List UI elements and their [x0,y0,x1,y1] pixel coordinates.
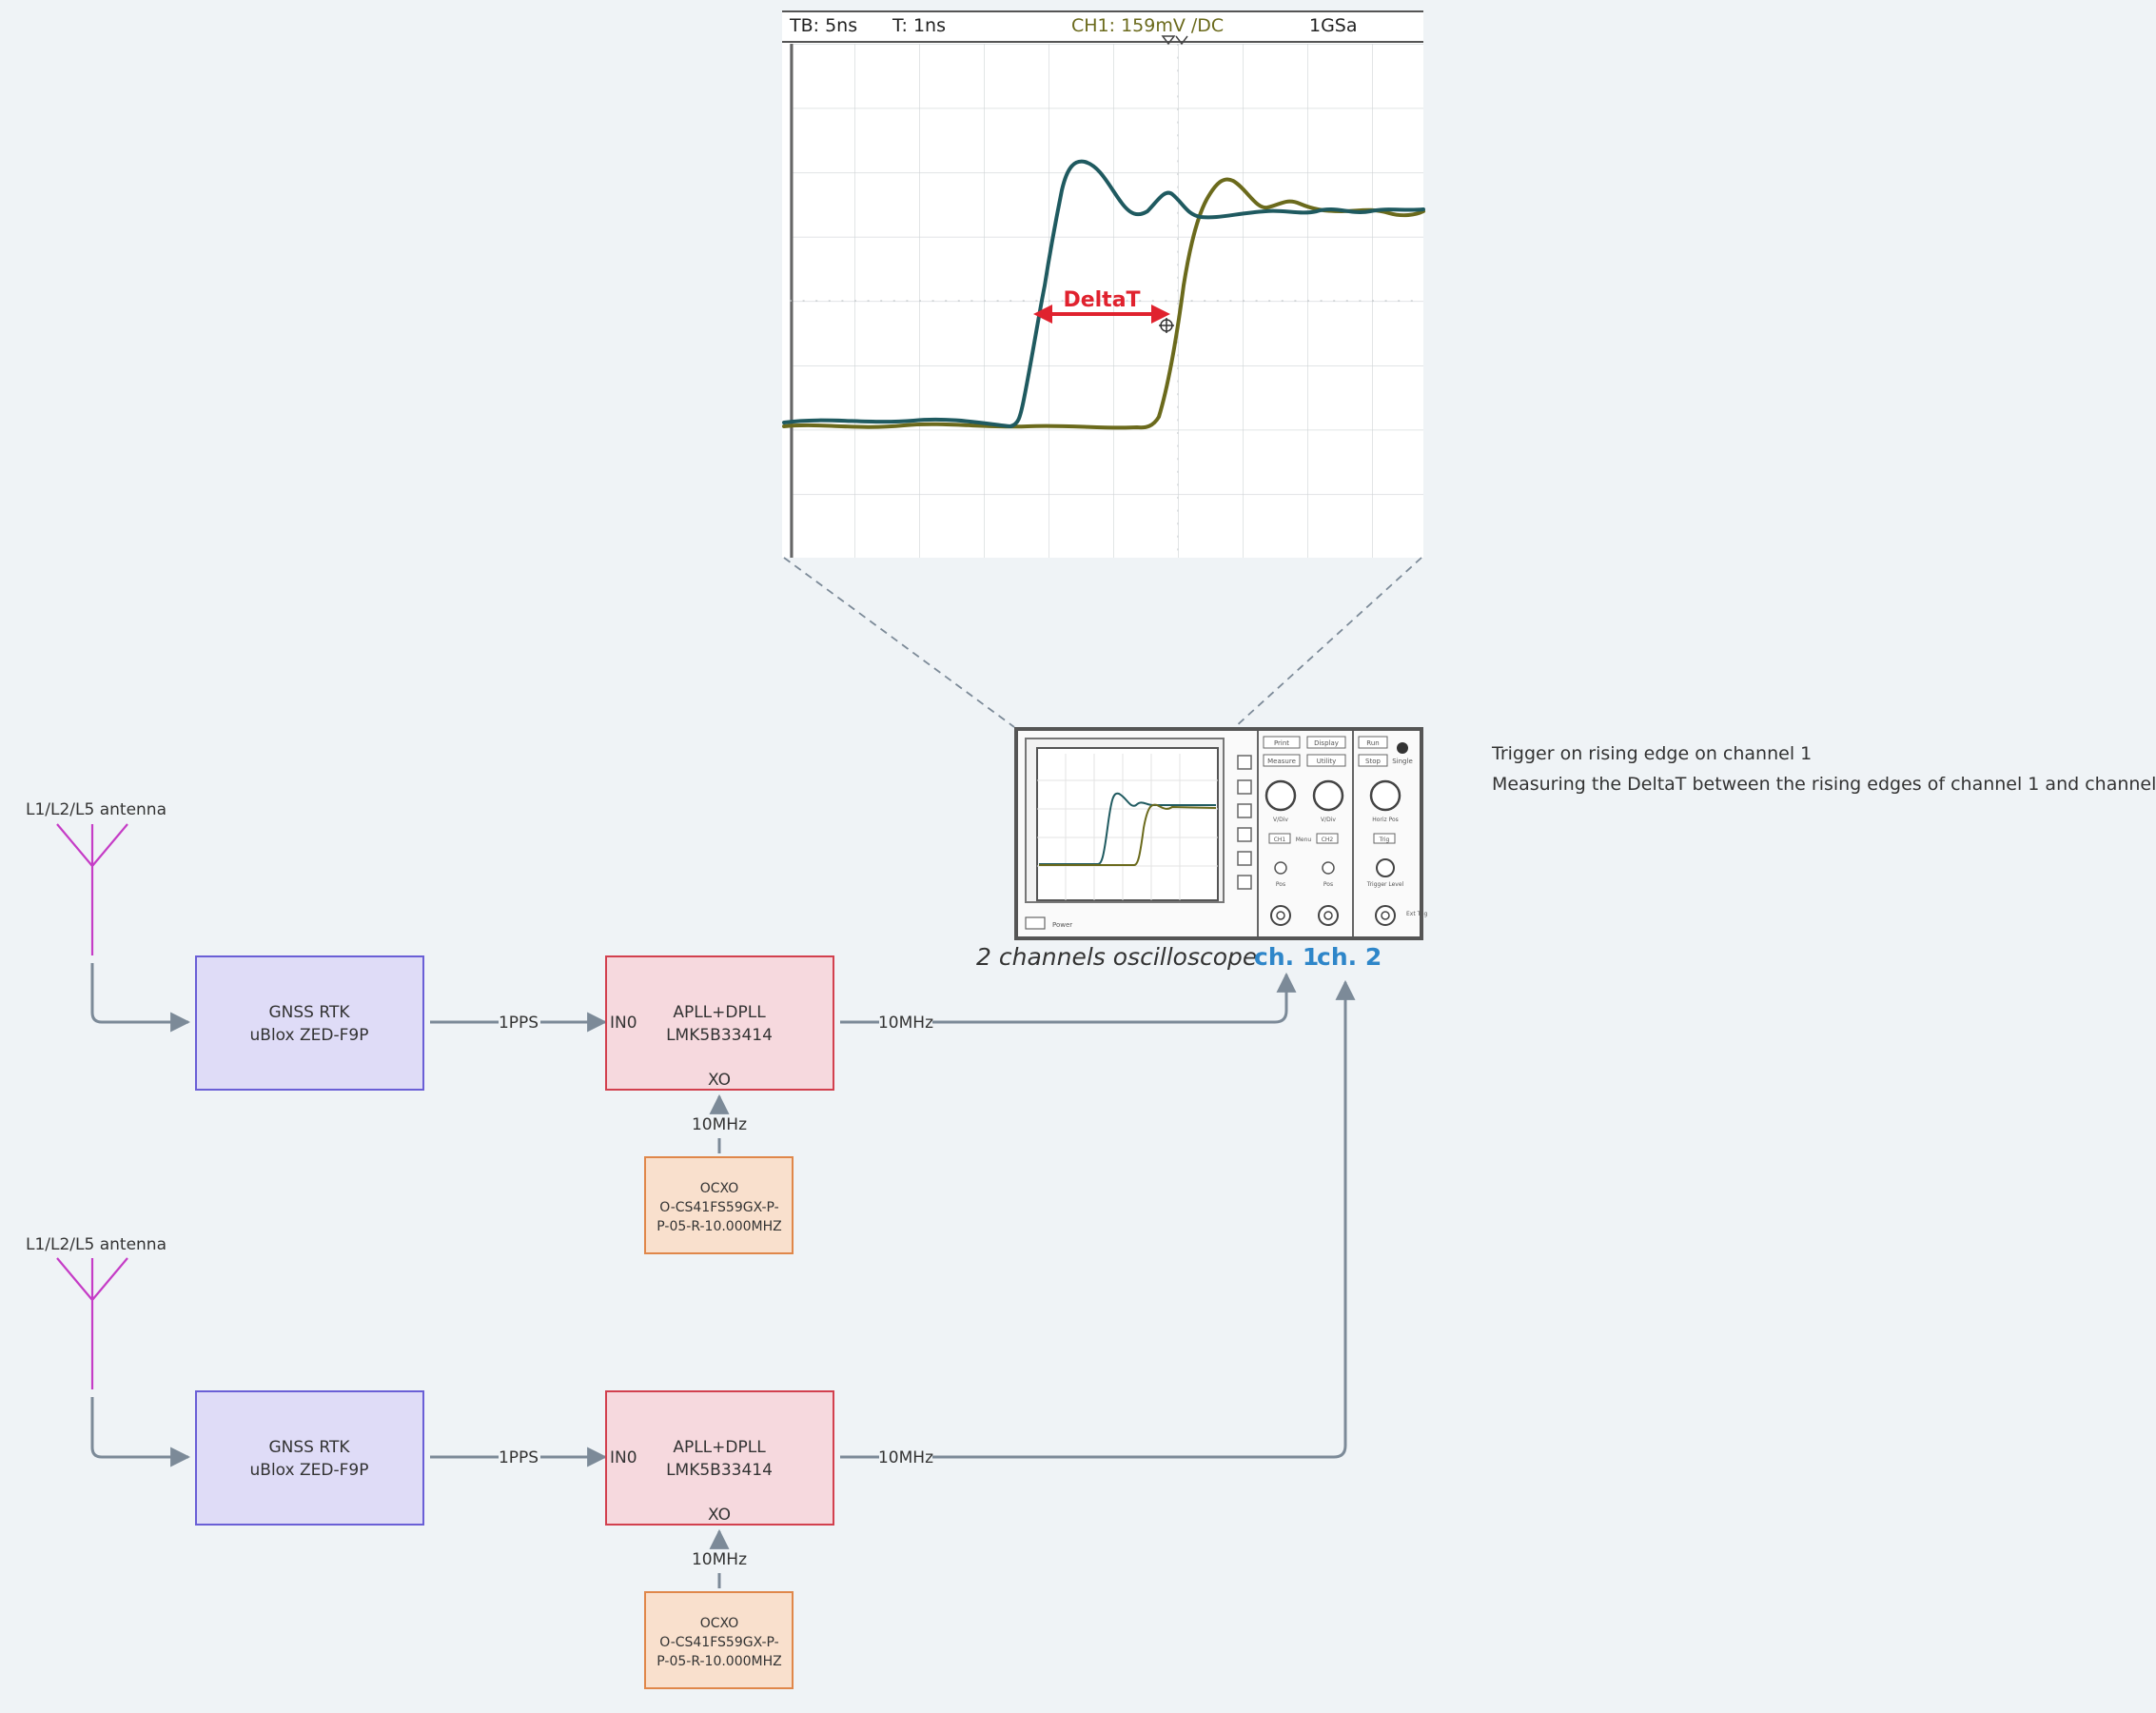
ch1-bnc-connector-icon [1270,905,1291,926]
diagram-canvas: TB: 5ns T: 1ns CH1: 159mV ∕DC 1GSa Delta… [26,10,2156,1689]
ocxo-2-title: OCXO [700,1616,739,1631]
gnss-2-title: GNSS RTK [269,1438,351,1457]
oscilloscope-device: Power Print Display Run Measure Utility … [1014,727,1428,940]
ocxo-1-title: OCXO [700,1181,739,1196]
menu-button-label: Menu [1296,837,1312,843]
pps-2-label: 1PPS [499,1448,539,1467]
channel-2-label: ch. 2 [1317,943,1382,971]
ocxo-1-part-a: O-CS41FS59GX-P- [659,1200,778,1215]
pll-2-input-label: IN0 [610,1448,637,1467]
antenna-2-to-gnss-wire [90,1397,191,1467]
ch2-button-label: CH2 [1322,837,1334,843]
scope-trigger-time: T: 1ns [892,15,946,36]
print-button-label: Print [1274,739,1289,747]
pll-2-box [605,1390,834,1526]
ocxo-1-freq-label: 10MHz [692,1115,747,1134]
gnss-2-model: uBlox ZED-F9P [250,1461,369,1480]
out-1-to-ch1-wire [932,972,1297,1024]
pll-2-xo-label: XO [708,1506,731,1525]
out-2-freq-label: 10MHz [878,1448,933,1467]
ch1-pos-knob-icon [1274,861,1287,875]
power-label: Power [1052,921,1072,929]
note-measurement: Measuring the DeltaT between the rising … [1492,774,2156,795]
horiz-pos-label: Horiz Pos [1372,817,1399,823]
horiz-pos-knob-icon [1369,779,1401,812]
scope-channel-setting: CH1: 159mV ∕DC [1071,15,1224,36]
ch1-volt-knob-icon [1264,779,1297,812]
antenna-2-icon [56,1257,128,1389]
ch1-vdiv-label: V/Div [1273,817,1288,823]
power-button [1025,916,1046,930]
oscilloscope-mini-screen [1036,747,1219,901]
ch2-volt-knob-icon [1312,779,1344,812]
antenna-1-to-gnss-wire [90,963,191,1033]
ext-trig-connector-icon [1375,905,1396,926]
pps-1-label: 1PPS [499,1014,539,1033]
utility-button-label: Utility [1317,758,1337,765]
pll-1-input-label: IN0 [610,1014,637,1033]
out-2-to-ch2-wire [932,979,1356,1459]
zoom-guide-left [783,557,1015,728]
antenna-2-label: L1/L2/L5 antenna [26,1235,167,1254]
ch2-pos-label: Pos [1323,881,1333,888]
gnss-1-box [195,955,424,1091]
stop-button-label: Stop [1365,758,1381,765]
single-button [1397,742,1408,754]
pll-1-title: APLL+DPLL [673,1003,766,1022]
pll-2-title: APLL+DPLL [673,1438,766,1457]
ocxo-2-part-a: O-CS41FS59GX-P- [659,1635,778,1650]
scope-sample-rate: 1GSa [1309,15,1358,36]
note-trigger: Trigger on rising edge on channel 1 [1491,743,1812,764]
run-button-label: Run [1366,739,1379,747]
pll-1-box [605,955,834,1091]
pll-1-model: LMK5B33414 [666,1026,773,1045]
ch2-bnc-connector-icon [1318,905,1339,926]
trigger-level-knob-icon [1376,858,1395,877]
gnss-2-box [195,1390,424,1526]
zoom-guide-right [1234,557,1422,728]
ch1-button-label: CH1 [1274,837,1286,843]
measure-button-label: Measure [1267,758,1296,765]
scope-zoom-view: TB: 5ns T: 1ns CH1: 159mV ∕DC 1GSa Delta… [782,10,1425,558]
pll-1-xo-label: XO [708,1071,731,1090]
trigger-level-label: Trigger Level [1366,881,1404,888]
oscilloscope-caption: 2 channels oscilloscope [976,943,1257,971]
display-button-label: Display [1314,739,1339,747]
out-1-freq-label: 10MHz [878,1014,933,1033]
scope-timebase: TB: 5ns [789,15,857,36]
ocxo-1-part-b: P-05-R-10.000MHZ [657,1219,781,1234]
ocxo-2-part-b: P-05-R-10.000MHZ [657,1654,781,1669]
ocxo-2-freq-label: 10MHz [692,1550,747,1569]
pll-2-model: LMK5B33414 [666,1461,773,1480]
ch2-vdiv-label: V/Div [1321,817,1336,823]
deltat-label: DeltaT [1063,288,1140,312]
ch2-pos-knob-icon [1322,861,1335,875]
single-button-label: Single [1392,758,1413,765]
gnss-1-model: uBlox ZED-F9P [250,1026,369,1045]
trig-button-label: Trig [1379,837,1390,843]
channel-buttons: CH1 Menu CH2 Trig [1268,833,1396,844]
ch1-pos-label: Pos [1276,881,1285,888]
antenna-1-label: L1/L2/L5 antenna [26,800,167,819]
channel-1-label: ch. 1 [1254,943,1319,971]
antenna-1-icon [56,823,128,955]
gnss-1-title: GNSS RTK [269,1003,351,1022]
ext-trig-label: Ext Trig [1406,911,1428,917]
